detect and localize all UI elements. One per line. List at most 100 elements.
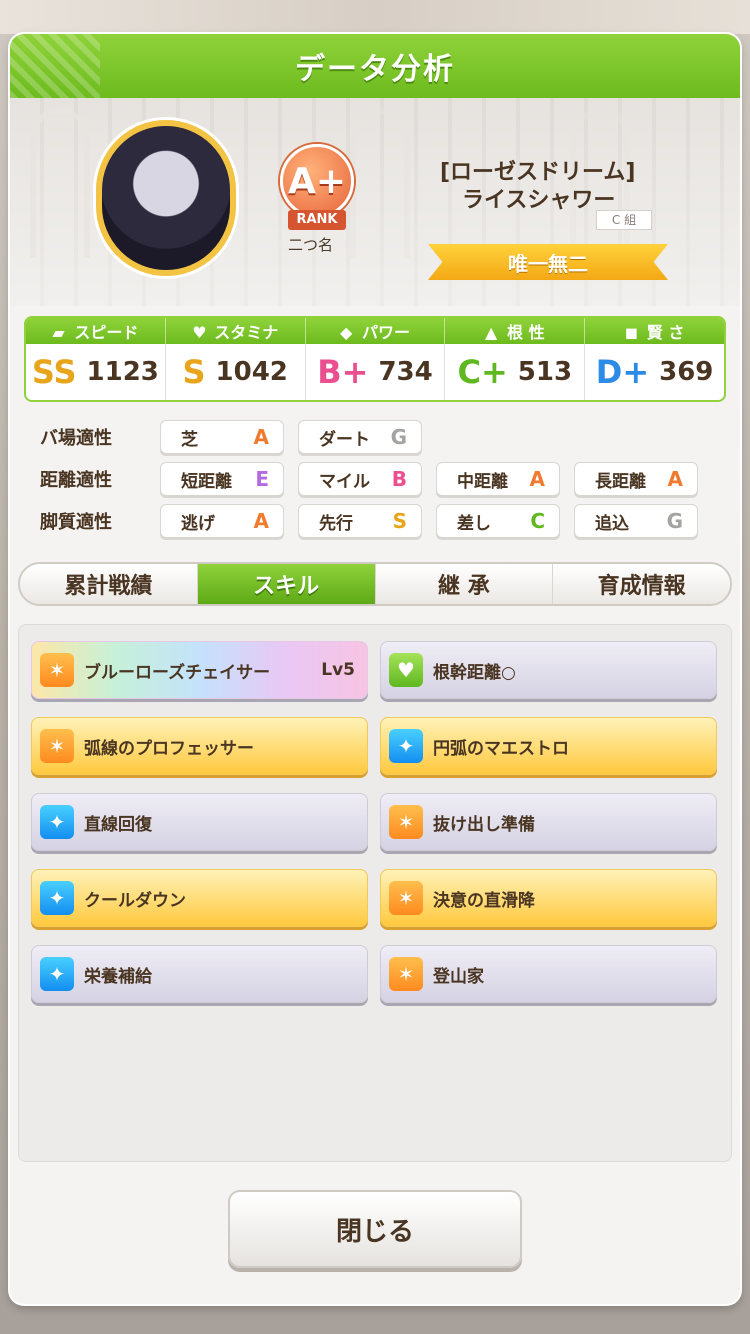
aptitude-row: 距離適性 短距離 E マイル B 中距離 A 長距離 A	[32, 458, 740, 500]
aptitude-cell: 逃げ A	[160, 504, 284, 538]
aptitude-name: マイル	[319, 471, 370, 492]
tab-0[interactable]: 累計戦績	[20, 564, 198, 604]
skill-orange-icon: ✶	[389, 881, 423, 915]
stat-cell: D+ 369	[585, 344, 724, 400]
aptitude-name: 長距離	[595, 471, 646, 492]
skill-item[interactable]: ♥ 根幹距離○	[380, 641, 717, 699]
aptitude-grade: G	[390, 425, 407, 449]
aptitude-grade: S	[392, 509, 407, 533]
stat-value: 1123	[86, 357, 159, 387]
stat-label: 賢 さ	[646, 323, 685, 342]
stat-label: パワー	[361, 323, 410, 342]
skill-item[interactable]: ✶ 決意の直滑降	[380, 869, 717, 927]
aptitude-grade: A	[253, 425, 269, 449]
skill-item[interactable]: ✶ 抜け出し準備	[380, 793, 717, 851]
stat-header: ◼ 賢 さ	[585, 318, 724, 344]
skill-item[interactable]: ✶ ブルーローズチェイサー Lv5	[31, 641, 368, 699]
title-banner[interactable]: 唯一無二	[428, 244, 668, 280]
aptitude-row-label: バ場適性	[40, 428, 112, 449]
panel-header: データ分析	[10, 34, 740, 98]
flame-icon: ▲	[485, 323, 498, 342]
character-name: ライスシャワー	[462, 188, 616, 213]
skill-item[interactable]: ✦ 栄養補給	[31, 945, 368, 1003]
skill-level: Lv5	[321, 660, 355, 680]
skill-item[interactable]: ✶ 登山家	[380, 945, 717, 1003]
tab-3[interactable]: 育成情報	[553, 564, 730, 604]
character-portrait	[96, 120, 236, 276]
skills-grid: ✶ ブルーローズチェイサー Lv5 ♥ 根幹距離○ ✶ 弧線のプロフェッサー ✦ 円弧のマエスト…	[31, 641, 719, 1003]
stat-cell: SS 1123	[26, 344, 166, 400]
aptitude-cell: 短距離 E	[160, 462, 284, 496]
aptitude-name: 差し	[457, 513, 491, 534]
nickname-label[interactable]: 二つ名	[288, 234, 333, 255]
aptitude-name: 追込	[595, 513, 629, 534]
skill-orange-icon: ✶	[40, 653, 74, 687]
aptitude-section: バ場適性芝 A ダート G 距離適性 短距離 E マイル B 中距離 A 長距離 A 脚質適性 逃げ A 先行 S…	[10, 416, 740, 542]
rank-label: RANK	[288, 210, 346, 230]
stat-grade: C+	[457, 353, 508, 391]
aptitude-cell: マイル B	[298, 462, 422, 496]
aptitude-cell: 先行 S	[298, 504, 422, 538]
skill-name: 登山家	[433, 966, 484, 987]
skill-name: 抜け出し準備	[433, 814, 535, 835]
aptitude-row-label: 距離適性	[40, 470, 112, 491]
stat-grade: S	[182, 353, 206, 391]
skill-name: 栄養補給	[84, 966, 152, 987]
skill-green-icon: ♥	[389, 653, 423, 687]
background-window	[30, 108, 90, 258]
aptitude-name: ダート	[319, 429, 370, 450]
skill-orange-icon: ✶	[40, 729, 74, 763]
stat-label: スピード	[74, 323, 139, 342]
stat-cell: B+ 734	[306, 344, 446, 400]
stat-grade: B+	[317, 353, 369, 391]
aptitude-grade: E	[255, 467, 269, 491]
stats-value-row: SS 1123 S 1042 B+ 734 C+ 513 D+ 369	[26, 344, 724, 400]
panel-title: データ分析	[295, 52, 455, 87]
aptitude-row-label: 脚質適性	[40, 512, 112, 533]
aptitude-grade: A	[667, 467, 683, 491]
background-window	[350, 108, 410, 258]
stat-grade: SS	[31, 353, 77, 391]
stat-cell: C+ 513	[445, 344, 586, 400]
skill-item[interactable]: ✶ 弧線のプロフェッサー	[31, 717, 368, 775]
skill-name: 直線回復	[84, 814, 152, 835]
stat-label: 根 性	[507, 323, 545, 342]
skill-name: 決意の直滑降	[433, 890, 535, 911]
skill-item[interactable]: ✦ 円弧のマエストロ	[380, 717, 717, 775]
aptitude-row: 脚質適性 逃げ A 先行 S 差し C 追込 G	[32, 500, 740, 542]
tab-2[interactable]: 継 承	[375, 564, 554, 604]
aptitude-grade: A	[529, 467, 545, 491]
aptitude-row: バ場適性芝 A ダート G	[32, 416, 740, 458]
skill-orange-icon: ✶	[389, 957, 423, 991]
aptitude-name: 芝	[181, 429, 198, 450]
shoe-icon: ▰	[52, 323, 65, 342]
skill-name: 円弧のマエストロ	[433, 738, 569, 759]
aptitude-name: 逃げ	[181, 513, 215, 534]
stat-cell: S 1042	[166, 344, 306, 400]
cap-icon: ◼	[624, 323, 639, 342]
stats-table: ▰ スピード ♥ スタミナ ◆ パワー ▲ 根 性 ◼ 賢 さ SS 1123 S 1042 B+ 734 C…	[24, 316, 726, 402]
stat-header: ▲ 根 性	[445, 318, 586, 344]
character-hero: A+ RANK 二つ名 [ローゼスドリーム] ライスシャワー C 組 唯一無二	[10, 98, 740, 306]
aptitude-cell: 芝A	[160, 420, 284, 454]
skill-blue-icon: ✦	[40, 805, 74, 839]
stat-grade: D+	[595, 353, 650, 391]
aptitude-cell: 差し C	[436, 504, 560, 538]
arm-icon: ◆	[339, 323, 353, 342]
stat-header: ◆ パワー	[306, 318, 446, 344]
close-button[interactable]: 閉じる	[228, 1190, 522, 1268]
skill-item[interactable]: ✦ クールダウン	[31, 869, 368, 927]
skill-name: 弧線のプロフェッサー	[84, 738, 254, 759]
stat-value: 513	[517, 357, 573, 387]
rank-badge: A+	[280, 144, 354, 218]
aptitude-cell: 長距離 A	[574, 462, 698, 496]
aptitude-cell: ダート G	[298, 420, 422, 454]
aptitude-cell: 追込 G	[574, 504, 698, 538]
aptitude-grade: B	[391, 467, 407, 491]
skill-blue-icon: ✦	[40, 957, 74, 991]
tab-1[interactable]: スキル	[197, 564, 376, 604]
skill-item[interactable]: ✦ 直線回復	[31, 793, 368, 851]
heart-icon: ♥	[192, 323, 207, 342]
stats-header-row: ▰ スピード ♥ スタミナ ◆ パワー ▲ 根 性 ◼ 賢 さ	[26, 318, 724, 344]
stat-value: 734	[378, 357, 433, 387]
